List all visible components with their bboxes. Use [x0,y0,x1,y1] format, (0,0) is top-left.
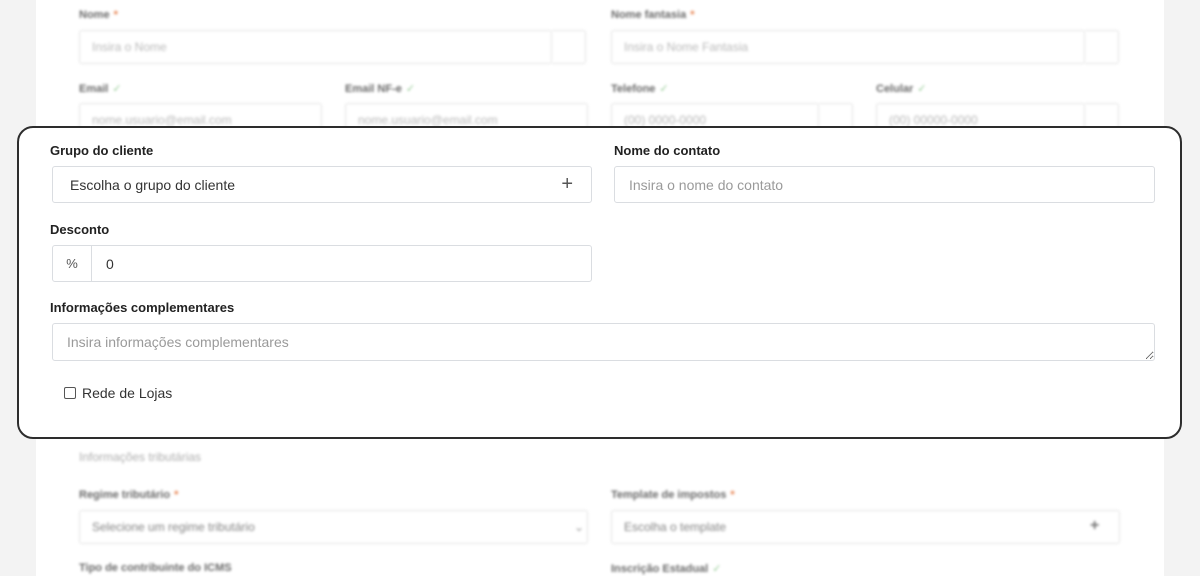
template-label-text: Template de impostos [611,489,727,501]
regime-select[interactable]: Selecione um regime tributário [79,510,588,544]
required-mark: * [174,489,179,501]
rede-lojas-checkbox[interactable] [64,387,76,399]
regime-label-text: Regime tributário [79,489,171,501]
regime-label: Regime tributário * [79,489,178,501]
celular-label-text: Celular [876,83,914,95]
telefone-label: Telefone ✓ [611,82,669,95]
nome-contato-label: Nome do contato [614,143,721,158]
nome-label: Nome * [79,9,118,21]
template-label: Template de impostos * [611,489,735,501]
nome-fantasia-input[interactable]: Insira o Nome Fantasia [611,30,1085,64]
inscricao-label: Inscrição Estadual ✓ [611,562,721,575]
add-grupo-icon[interactable]: + [561,172,573,196]
desconto-input[interactable] [92,246,591,281]
percent-addon: % [53,246,92,281]
required-mark: * [690,9,695,21]
check-icon: ✓ [659,83,669,95]
desconto-label: Desconto [50,222,110,237]
required-mark: * [113,9,118,21]
email-nfe-label-text: Email NF-e [345,83,402,95]
informacoes-label: Informações complementares [50,300,235,315]
check-icon: ✓ [712,563,722,575]
email-nfe-label: Email NF-e ✓ [345,82,415,95]
grupo-cliente-value: Escolha o grupo do cliente [70,177,235,193]
nome-addon[interactable] [552,30,586,64]
nome-label-text: Nome [79,9,110,21]
nome-input[interactable]: Insira o Nome [79,30,552,64]
nome-fantasia-label: Nome fantasia * [611,9,694,21]
telefone-label-text: Telefone [611,83,656,95]
nome-fantasia-addon[interactable] [1085,30,1119,64]
chevron-down-icon: ⌄ [574,520,585,534]
celular-label: Celular ✓ [876,82,927,95]
email-label-text: Email [79,83,109,95]
email-label: Email ✓ [79,82,122,95]
nome-contato-input[interactable] [614,166,1155,203]
check-icon: ✓ [405,83,416,95]
tipo-contribuinte-label-text: Tipo de contribuinte do ICMS [79,562,232,574]
template-select[interactable]: Escolha o template [611,510,1120,544]
required-mark: * [730,489,735,501]
desconto-field: % [52,245,592,282]
customer-extra-info-panel: Grupo do cliente Escolha o grupo do clie… [17,126,1182,439]
grupo-cliente-select[interactable]: Escolha o grupo do cliente + [52,166,592,203]
tax-section-title: Informações tributárias [79,450,202,464]
rede-lojas-label: Rede de Lojas [82,385,173,401]
rede-lojas-option[interactable]: Rede de Lojas [64,385,172,401]
inscricao-label-text: Inscrição Estadual [611,563,709,575]
informacoes-textarea[interactable] [52,323,1155,361]
tipo-contribuinte-label: Tipo de contribuinte do ICMS [79,562,232,574]
check-icon: ✓ [112,83,122,95]
plus-icon[interactable]: + [1090,517,1099,535]
check-icon: ✓ [917,83,927,95]
grupo-cliente-label: Grupo do cliente [50,143,154,158]
nome-fantasia-label-text: Nome fantasia [611,9,687,21]
